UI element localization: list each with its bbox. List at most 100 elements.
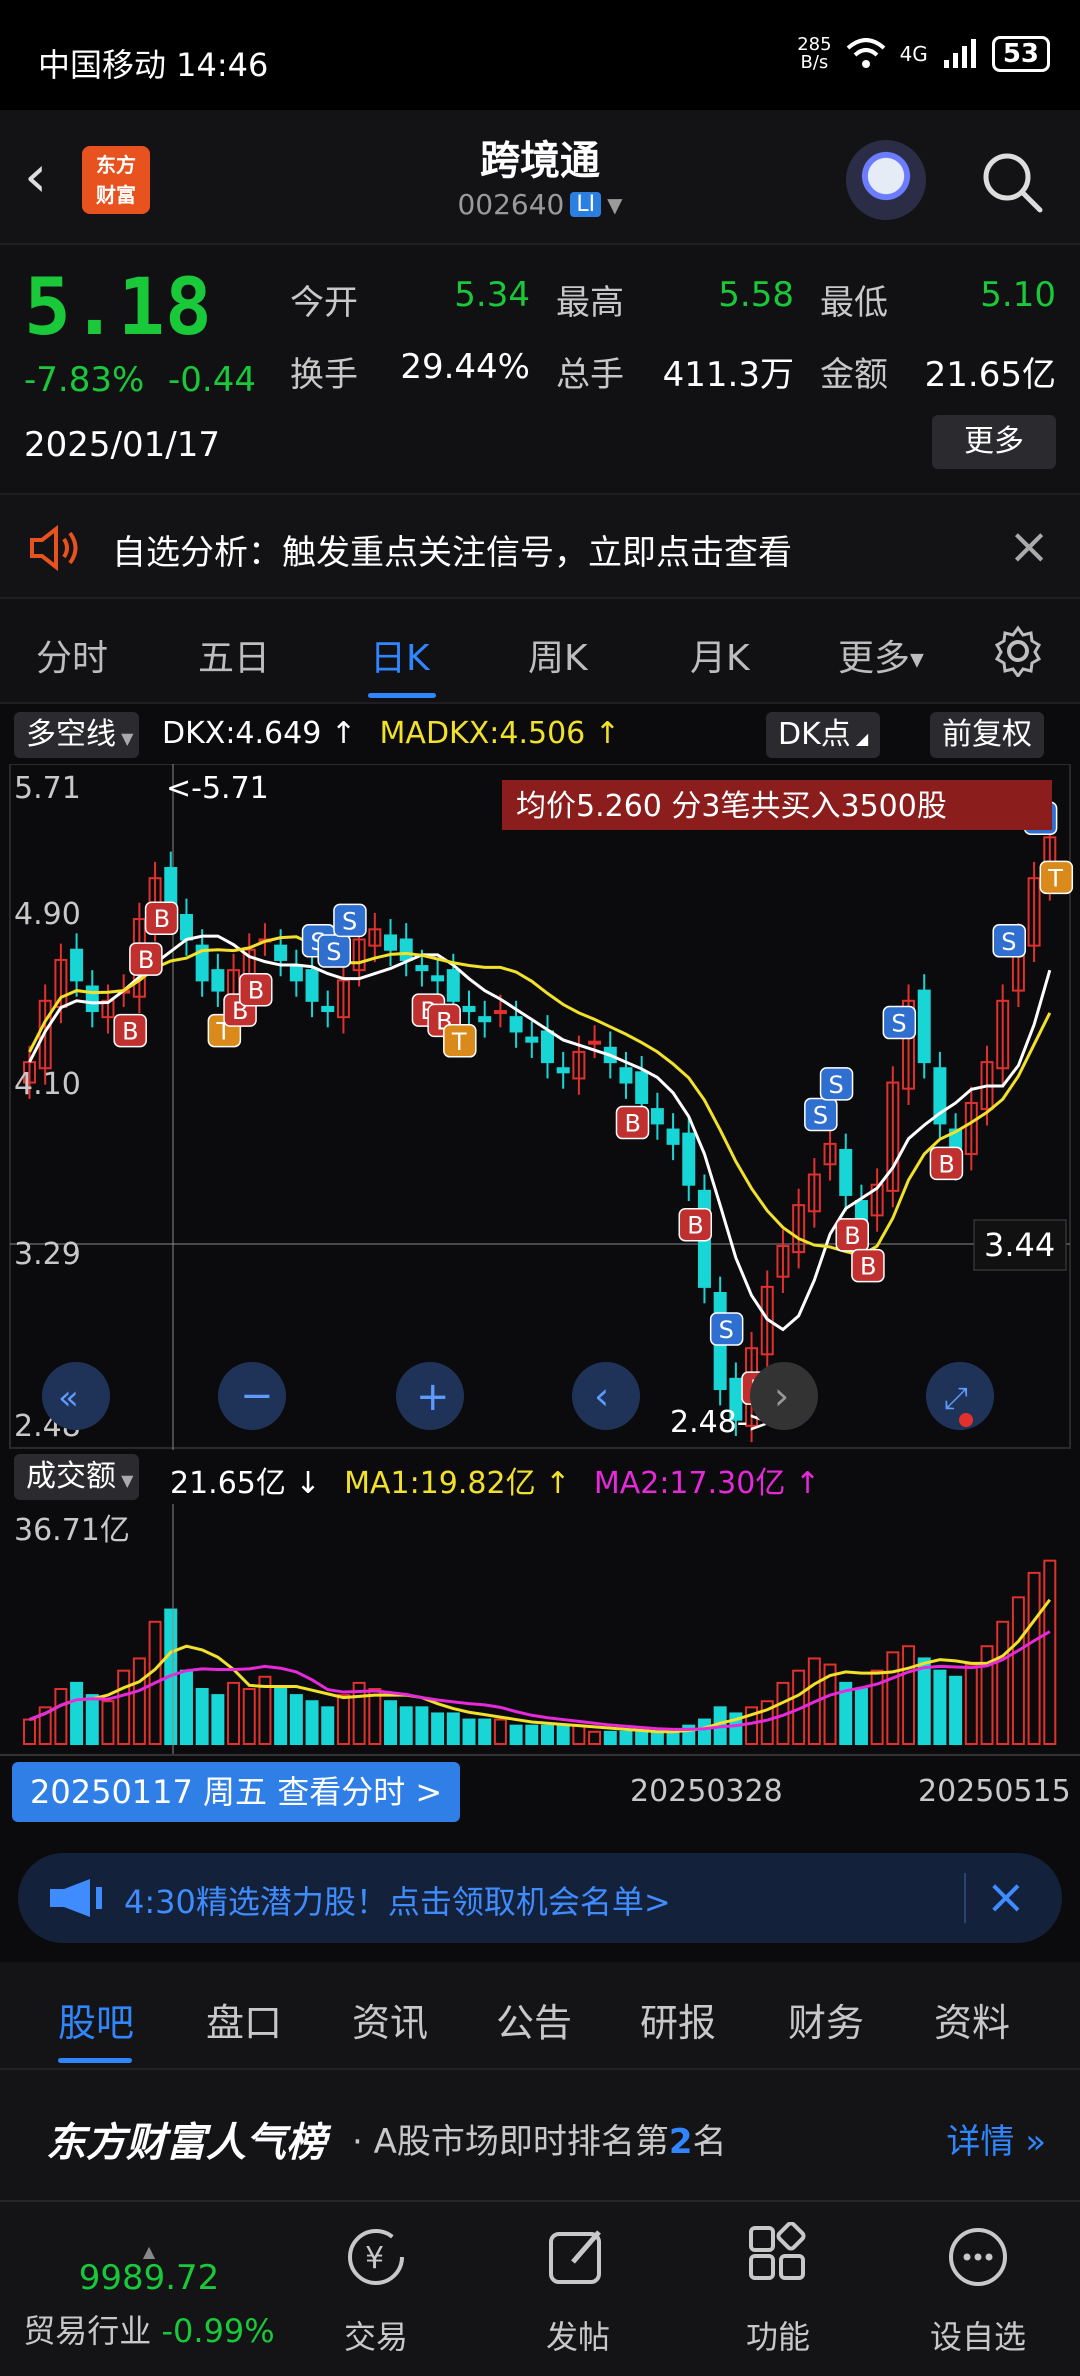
price-axis-mid1: 4.90 [14,897,81,932]
price-axis-top: 5.71 [14,771,81,806]
axis-date-2: 20250515 [918,1774,1071,1809]
volume-bar [70,1681,84,1745]
banner-text: 4:30精选潜力股！点击领取机会名单> [124,1883,671,1921]
trade-marker-label: B [938,1150,954,1178]
chart-frame [9,764,1071,1449]
trade-marker-label: S [342,907,357,935]
tab-finance[interactable]: 财务 [788,1992,864,2047]
volume-bar [336,1694,350,1746]
volume-bar [305,1700,319,1746]
adjust-button[interactable]: 前复权 [930,712,1044,758]
popularity-rank[interactable]: 东方财富人气榜 · A股市场即时排名第2名 详情 » [0,2068,1080,2200]
rank-subtitle: · A股市场即时排名第2名 [352,2114,727,2163]
candle [588,1040,602,1045]
trade-marker-label: B [122,1018,138,1046]
tab-more[interactable]: 更多▼ [838,629,924,681]
assistant-robot-icon[interactable] [846,140,926,220]
more-quote-button[interactable]: 更多 [932,415,1056,469]
nav-trade[interactable]: ¥ 交易 [306,2222,446,2358]
industry-name: 贸易行业 [23,2312,152,2350]
candle [399,938,413,961]
battery-icon: 53 [991,36,1050,72]
dk-point-button[interactable]: DK点 ◢ [766,712,881,758]
li-badge: LI [570,192,602,217]
tab-more-label: 更多 [838,638,911,679]
corner-arrow-icon: ◢ [850,729,869,748]
volume-axis-max: 36.71亿 [14,1513,130,1548]
tab-monthly-k[interactable]: 月K [690,629,750,681]
volume-bar [1011,1596,1025,1746]
tab-profile[interactable]: 资料 [934,1992,1010,2047]
candle [415,965,429,972]
tab-announcements[interactable]: 公告 [496,1992,572,2047]
volume-bar [949,1675,963,1745]
date-bar: 20250117 周五 查看分时 > 20250328 20250515 [0,1754,1080,1830]
volume-bar [541,1724,554,1746]
volume-bar [886,1651,900,1745]
minus-icon: − [240,1373,274,1419]
quote-date: 2025/01/17 [24,425,220,465]
promo-banner[interactable]: 4:30精选潜力股！点击领取机会名单> × [18,1853,1062,1943]
volume-selector[interactable]: 成交额 ▼ [14,1454,140,1500]
rank-detail-link[interactable]: 详情 » [946,2114,1046,2163]
industry-index[interactable]: ▲ 9989.72 贸易行业 -0.99% [14,2242,284,2352]
view-intraday-button[interactable]: 20250117 周五 查看分时 > [12,1762,461,1822]
tab-daily-k[interactable]: 日K [370,629,430,681]
yuan-cycle-icon: ¥ [348,2229,404,2285]
rank-number: 2 [668,2122,693,2162]
nav-functions[interactable]: 功能 [708,2221,848,2358]
volume-bar [854,1688,868,1745]
trade-marker-label: S [891,1010,906,1038]
nav-add-watchlist[interactable]: 设自选 [908,2222,1048,2358]
nav-trade-label: 交易 [343,2318,408,2356]
tab-research[interactable]: 研报 [640,1992,716,2047]
trade-marker-label: S [829,1071,844,1099]
price-axis-mid3: 3.29 [14,1237,81,1272]
candle [211,969,225,992]
kline-chart[interactable]: BBBTBBSSSBBTBBSBSSBBSBSST 5.71 4.90 4.10… [0,764,1080,1450]
amount-value: 21.65亿 [924,355,1056,395]
nav-post[interactable]: 发帖 [508,2222,648,2358]
turnover-label: 换手 [290,355,358,395]
nav-add-watchlist-label: 设自选 [929,2318,1026,2356]
volume-bar [964,1663,978,1745]
volume-bar [446,1712,460,1745]
plus-icon: + [416,1374,450,1420]
tab-news[interactable]: 资讯 [352,1992,428,2047]
rank-prefix: · A股市场即时排名第 [352,2122,669,2162]
volume-bar [431,1712,445,1745]
tab-intraday[interactable]: 分时 [36,629,108,681]
search-icon[interactable] [980,150,1044,214]
volume-chart[interactable]: 36.71亿 [0,1504,1080,1754]
amount-label: 金额 [820,355,888,395]
candle [321,1005,335,1013]
gear-icon[interactable] [992,625,1044,677]
candle [682,1132,696,1186]
volume-label: 总手 [556,355,624,395]
candle [305,969,319,1002]
candle [839,1148,853,1196]
analysis-notice[interactable]: 自选分析：触发重点关注信号，立即点击查看 × [0,493,1080,599]
last-price: 5.18 [24,263,212,353]
edit-icon [549,2230,601,2284]
close-icon[interactable]: × [986,1869,1026,1925]
trade-banner: 均价5.260 分3笔共买入3500股 [516,789,947,824]
indicator-selector[interactable]: 多空线 ▼ [14,712,140,758]
indicator-row: 多空线 ▼ DKX:4.649 ↑ MADKX:4.506 ↑ DK点 ◢ 前复… [0,706,1080,764]
net-speed: 285 B/s [797,34,832,73]
tab-five-day[interactable]: 五日 [198,629,270,681]
volume-bar [117,1669,131,1746]
low-value: 5.10 [980,275,1056,315]
volume-bar [54,1688,68,1745]
high-value: 5.58 [718,275,794,315]
tab-guba[interactable]: 股吧 [58,1992,134,2047]
tab-weekly-k[interactable]: 周K [528,629,588,681]
turnover-value: 29.44% [400,347,530,387]
chart-controls: « − + ‹ › ⤢ [42,1362,994,1430]
volume-bar [1027,1571,1041,1745]
expand-icon: ⤢ [944,1381,968,1416]
close-icon[interactable]: × [1008,517,1050,575]
speaker-icon [30,525,78,571]
tab-pankou[interactable]: 盘口 [206,1992,282,2047]
volume-bar [933,1669,947,1746]
